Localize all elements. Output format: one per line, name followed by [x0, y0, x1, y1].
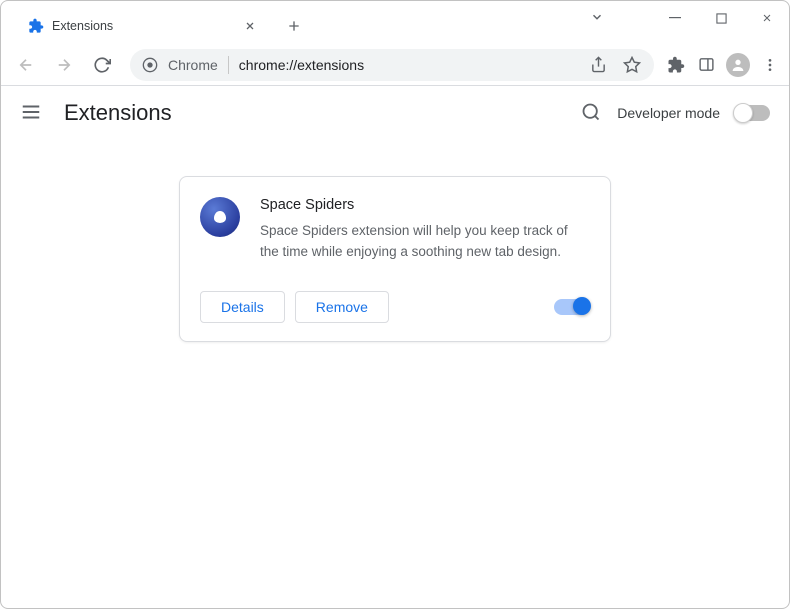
- remove-button[interactable]: Remove: [295, 291, 389, 323]
- close-window-button[interactable]: [744, 0, 790, 36]
- page-title: Extensions: [64, 100, 172, 126]
- extension-app-icon: [200, 197, 240, 237]
- address-bar[interactable]: Chrome chrome://extensions: [130, 49, 654, 81]
- minimize-button[interactable]: [652, 0, 698, 36]
- developer-mode-toggle[interactable]: [734, 105, 770, 121]
- extension-icon: [28, 18, 44, 34]
- developer-mode-label: Developer mode: [617, 105, 720, 121]
- tab-title: Extensions: [52, 19, 234, 33]
- page-header: Extensions Developer mode: [0, 86, 790, 140]
- search-icon[interactable]: [581, 102, 603, 124]
- extensions-button[interactable]: [666, 55, 686, 75]
- extension-name: Space Spiders: [260, 197, 590, 213]
- chrome-icon: [142, 57, 158, 73]
- forward-button: [48, 49, 80, 81]
- details-button[interactable]: Details: [200, 291, 285, 323]
- extension-enable-toggle[interactable]: [554, 299, 590, 315]
- close-tab-button[interactable]: [242, 18, 258, 34]
- extension-description: Space Spiders extension will help you ke…: [260, 221, 590, 263]
- extension-card: Space Spiders Space Spiders extension wi…: [179, 176, 611, 342]
- share-icon[interactable]: [588, 55, 608, 75]
- url-text: chrome://extensions: [239, 57, 364, 73]
- menu-button[interactable]: [760, 55, 780, 75]
- tab-search-button[interactable]: [590, 10, 604, 29]
- back-button: [10, 49, 42, 81]
- maximize-button[interactable]: [698, 0, 744, 36]
- window-titlebar: Extensions: [0, 0, 790, 44]
- menu-icon[interactable]: [20, 101, 44, 125]
- browser-toolbar: Chrome chrome://extensions: [0, 44, 790, 86]
- reload-button[interactable]: [86, 49, 118, 81]
- omnibox-chip: Chrome: [168, 57, 218, 73]
- side-panel-button[interactable]: [696, 55, 716, 75]
- profile-button[interactable]: [726, 53, 750, 77]
- bookmark-icon[interactable]: [622, 55, 642, 75]
- browser-tab[interactable]: Extensions: [14, 8, 270, 44]
- page-content: Extensions Developer mode Space Spiders …: [0, 86, 790, 609]
- new-tab-button[interactable]: [280, 12, 308, 40]
